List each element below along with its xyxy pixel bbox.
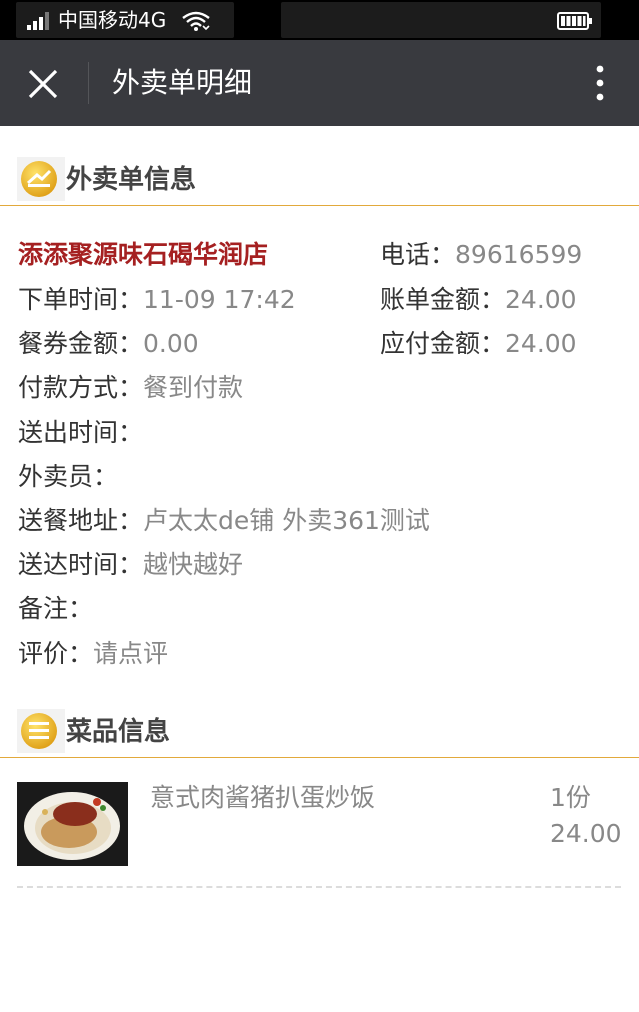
bill-amount-row: 账单金额：24.00 [380, 284, 577, 316]
order-time-row: 下单时间：11-09 17:42 [18, 284, 296, 316]
shop-name-row: 添添聚源味石碣华润店 [18, 239, 268, 271]
page-title: 外卖单明细 [112, 66, 253, 99]
coupon-amount-label: 餐券金额： [18, 329, 144, 358]
review-link[interactable]: 请点评 [93, 639, 168, 668]
phone-row: 电话：89616599 [380, 239, 582, 271]
courier-label: 外卖员： [18, 462, 119, 491]
payment-method-row: 付款方式：餐到付款 [18, 372, 243, 404]
order-info-icon [17, 157, 65, 201]
arrival-time-row: 送达时间：越快越好 [18, 549, 243, 581]
dispatch-time-row: 送出时间： [18, 417, 143, 449]
dish-price: 24.00 [550, 819, 622, 848]
dish-info-header: 菜品信息 [0, 707, 639, 758]
wifi-icon [182, 11, 210, 31]
coupon-amount-row: 餐券金额：0.00 [18, 328, 199, 360]
carrier-label: 中国移动4G [58, 8, 167, 32]
order-time-value: 11-09 17:42 [143, 285, 296, 314]
payment-method-label: 付款方式： [18, 373, 144, 402]
dish-info-title: 菜品信息 [66, 717, 171, 747]
order-time-label: 下单时间： [18, 285, 144, 314]
more-button[interactable] [578, 61, 622, 105]
payable-amount-label: 应付金额： [380, 329, 506, 358]
shop-name: 添添聚源味石碣华润店 [18, 240, 269, 269]
remark-label: 备注： [18, 594, 94, 623]
status-right-panel [281, 2, 601, 38]
address-row: 送餐地址：卢太太de铺 外卖361测试 [18, 505, 430, 537]
payable-amount-row: 应付金额：24.00 [380, 328, 577, 360]
review-row: 评价：请点评 [18, 638, 168, 670]
nav-bar: 外卖单明细 [0, 40, 639, 126]
arrival-time-label: 送达时间： [18, 550, 144, 579]
dish-info-icon [17, 709, 65, 753]
list-item[interactable]: 意式肉酱猪扒蛋炒饭 1份 24.00 [0, 778, 639, 890]
phone-label: 电话： [380, 240, 456, 269]
order-info-header: 外卖单信息 [0, 155, 639, 206]
bill-amount-value: 24.00 [505, 285, 577, 314]
dispatch-time-label: 送出时间： [18, 418, 144, 447]
signal-icon [27, 12, 49, 30]
close-button[interactable] [18, 59, 68, 109]
dish-quantity: 1份 [550, 783, 591, 812]
battery-icon [557, 12, 592, 30]
review-label: 评价： [18, 639, 94, 668]
phone-value[interactable]: 89616599 [455, 240, 582, 269]
status-bar: 中国移动4G [0, 0, 639, 40]
dish-name: 意式肉酱猪扒蛋炒饭 [150, 783, 376, 812]
order-info-title: 外卖单信息 [66, 165, 197, 195]
courier-row: 外卖员： [18, 461, 118, 493]
more-vertical-icon [596, 65, 604, 101]
dish-thumbnail [17, 782, 128, 866]
payment-method-value: 餐到付款 [143, 373, 244, 402]
address-value: 卢太太de铺 外卖361测试 [143, 506, 430, 535]
bill-amount-label: 账单金额： [380, 285, 506, 314]
close-icon [28, 69, 58, 99]
arrival-time-value: 越快越好 [143, 550, 244, 579]
status-left-panel: 中国移动4G [16, 2, 234, 38]
remark-row: 备注： [18, 593, 93, 625]
nav-divider [88, 62, 89, 104]
address-label: 送餐地址： [18, 506, 144, 535]
payable-amount-value: 24.00 [505, 329, 577, 358]
coupon-amount-value: 0.00 [143, 329, 199, 358]
dish-separator [17, 886, 621, 888]
